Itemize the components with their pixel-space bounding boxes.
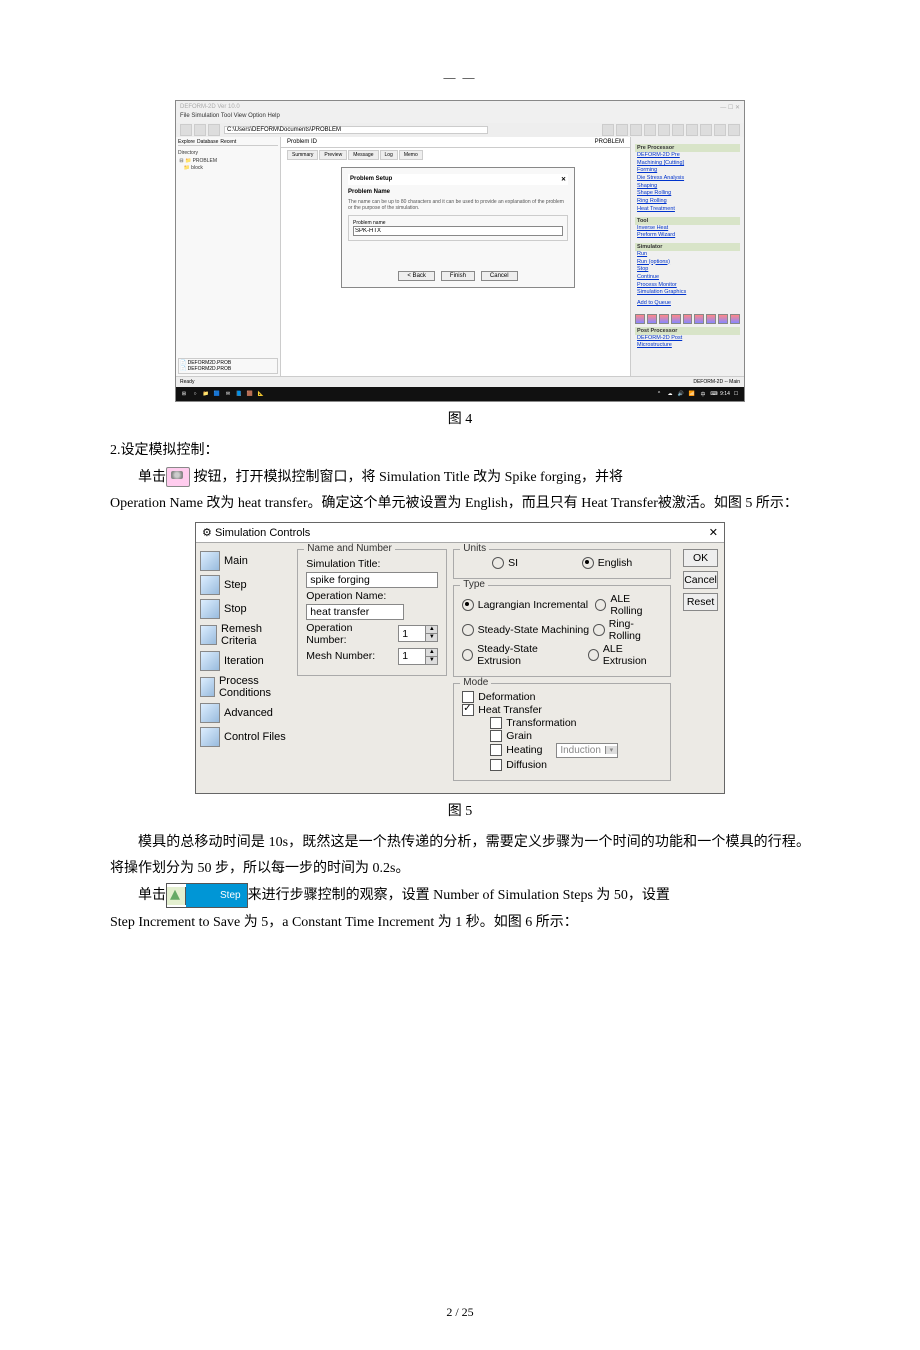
operation-number-input[interactable] [398, 625, 426, 642]
radio-ale-extrusion[interactable] [588, 649, 599, 661]
problem-code: PROBLEM [595, 139, 624, 145]
figure-1: DEFORM-2D Ver 10.0 — ☐ ✕ File Simulation… [175, 100, 745, 428]
tool-link[interactable]: Preform Wizard [635, 232, 740, 240]
pre-processor-header: Pre Processor [635, 144, 740, 152]
close-icon[interactable]: ✕ [561, 176, 566, 183]
sim-link[interactable]: Simulation Graphics [635, 289, 740, 297]
tool-header: Tool [635, 217, 740, 225]
header-mark: — — [444, 70, 477, 85]
status-bar: Ready DEFORM-2D -- Main [176, 376, 744, 387]
problem-name-heading: Problem Name [348, 189, 568, 195]
problem-id-label: Problem ID [287, 139, 317, 145]
nav-list[interactable]: Main Step Stop Remesh Criteria Iteration… [196, 543, 291, 793]
sim-link[interactable]: Stop [635, 266, 740, 274]
center-tabs[interactable]: SummaryPreview MessageLog Memo [281, 148, 630, 162]
pre-link[interactable]: DEFORM-2D Pre [635, 152, 740, 160]
section-heading-2: 2.设定模拟控制： [110, 438, 810, 465]
help-text: The name can be up to 80 characters and … [348, 199, 568, 211]
body-text: 2.设定模拟控制： 单击 按钮，打开模拟控制窗口，将 Simulation Ti… [110, 438, 810, 518]
radio-ss-extrusion[interactable] [462, 649, 473, 661]
type-group: Type Lagrangian IncrementalALE Rolling S… [453, 585, 671, 677]
simulation-title-input[interactable] [306, 572, 438, 588]
gear-icon: ⚙ [202, 527, 212, 539]
tool-link[interactable]: Inverse Heat [635, 225, 740, 233]
left-panel: Explore Database Recent Directory ⊟ 📁 PR… [176, 137, 281, 376]
mesh-number-input[interactable] [398, 648, 426, 665]
cancel-button[interactable]: Cancel [481, 271, 518, 281]
taskbar[interactable]: ⊞○📁🟦✉📘🟫📐 ^☁🔊📶中⌨9:14☐ [176, 387, 744, 401]
spinner[interactable]: ▲▼ [426, 648, 438, 665]
mode-group: Mode Deformation Heat Transfer Transform… [453, 683, 671, 781]
pre-link[interactable]: Shape Rolling [635, 190, 740, 198]
simulation-controls-dialog: ⚙ Simulation Controls ✕ Main Step Stop R… [195, 522, 725, 794]
figure-5-caption: 图 5 [110, 800, 810, 820]
sim-link[interactable]: Continue [635, 274, 740, 282]
radio-ss-machining[interactable] [462, 624, 473, 636]
right-panel: Pre Processor DEFORM-2D Pre Machining [C… [630, 137, 744, 376]
icon-strip[interactable] [635, 314, 740, 324]
directory-tree[interactable]: Directory ⊟ 📁 PROBLEM 📁 block [178, 150, 278, 173]
pre-link[interactable]: Forming [635, 167, 740, 175]
back-button[interactable]: < Back [398, 271, 435, 281]
radio-english[interactable] [582, 557, 594, 569]
name-number-group: Name and Number Simulation Title: Operat… [297, 549, 447, 676]
sim-link[interactable]: Run [635, 251, 740, 259]
pre-link[interactable]: Ring Rolling [635, 198, 740, 206]
radio-ring-rolling[interactable] [593, 624, 604, 636]
post-link[interactable]: DEFORM-2D Post [635, 335, 740, 343]
spinner[interactable]: ▲▼ [426, 625, 438, 642]
check-grain[interactable] [490, 730, 502, 742]
app-title: DEFORM-2D Ver 10.0 [180, 104, 240, 110]
check-diffusion[interactable] [490, 759, 502, 771]
check-deformation[interactable] [462, 691, 474, 703]
pre-link[interactable]: Die Stress Analysis [635, 175, 740, 183]
sim-link[interactable]: Add to Queue [635, 300, 740, 308]
cancel-button[interactable]: Cancel [683, 571, 718, 589]
pre-link[interactable]: Heat Treatment [635, 206, 740, 214]
sim-link[interactable]: Run (options) [635, 259, 740, 267]
ok-button[interactable]: OK [683, 549, 718, 567]
radio-si[interactable] [492, 557, 504, 569]
units-group: Units SI English [453, 549, 671, 579]
heating-dropdown[interactable]: Induction▾ [556, 743, 618, 758]
pre-link[interactable]: Machining [Cutting] [635, 160, 740, 168]
windows-icon[interactable]: ⊞ [180, 390, 188, 398]
menu-bar[interactable]: File Simulation Tool View Option Help [176, 113, 744, 123]
check-heat-transfer[interactable] [462, 704, 474, 716]
figure-4-caption: 图 4 [175, 408, 745, 428]
body-text-continued: 模具的总移动时间是 10s，既然这是一个热传递的分析，需要定义步骤为一个时间的功… [110, 830, 810, 936]
pre-link[interactable]: Shaping [635, 183, 740, 191]
window-titlebar: DEFORM-2D Ver 10.0 — ☐ ✕ [176, 101, 744, 113]
operation-name-input[interactable] [306, 604, 404, 620]
check-heating[interactable] [490, 744, 502, 756]
finish-button[interactable]: Finish [441, 271, 475, 281]
close-icon[interactable]: ✕ [709, 526, 718, 539]
radio-lagrangian[interactable] [462, 599, 473, 611]
post-link[interactable]: Microstructure [635, 342, 740, 350]
problem-name-input[interactable] [353, 226, 563, 236]
left-tabs[interactable]: Explore Database Recent [178, 139, 278, 146]
dialog-title: Simulation Controls [215, 527, 310, 539]
step-button-icon: Step [166, 883, 248, 908]
path-display: C:\Users\DEFORM\Documents\PROBLEM [224, 126, 488, 134]
simulator-header: Simulator [635, 243, 740, 251]
sim-link[interactable]: Process Monitor [635, 282, 740, 290]
page-number: 2 / 25 [0, 1305, 920, 1320]
reset-button[interactable]: Reset [683, 593, 718, 611]
center-panel: Problem ID PROBLEM SummaryPreview Messag… [281, 137, 630, 376]
radio-ale-rolling[interactable] [595, 599, 606, 611]
toolbar[interactable]: C:\Users\DEFORM\Documents\PROBLEM [176, 123, 744, 137]
hammer-icon [166, 467, 190, 487]
problem-setup-dialog: Problem Setup✕ Problem Name The name can… [341, 167, 575, 288]
window-controls[interactable]: — ☐ ✕ [720, 104, 740, 111]
check-transformation[interactable] [490, 717, 502, 729]
post-processor-header: Post Processor [635, 327, 740, 335]
